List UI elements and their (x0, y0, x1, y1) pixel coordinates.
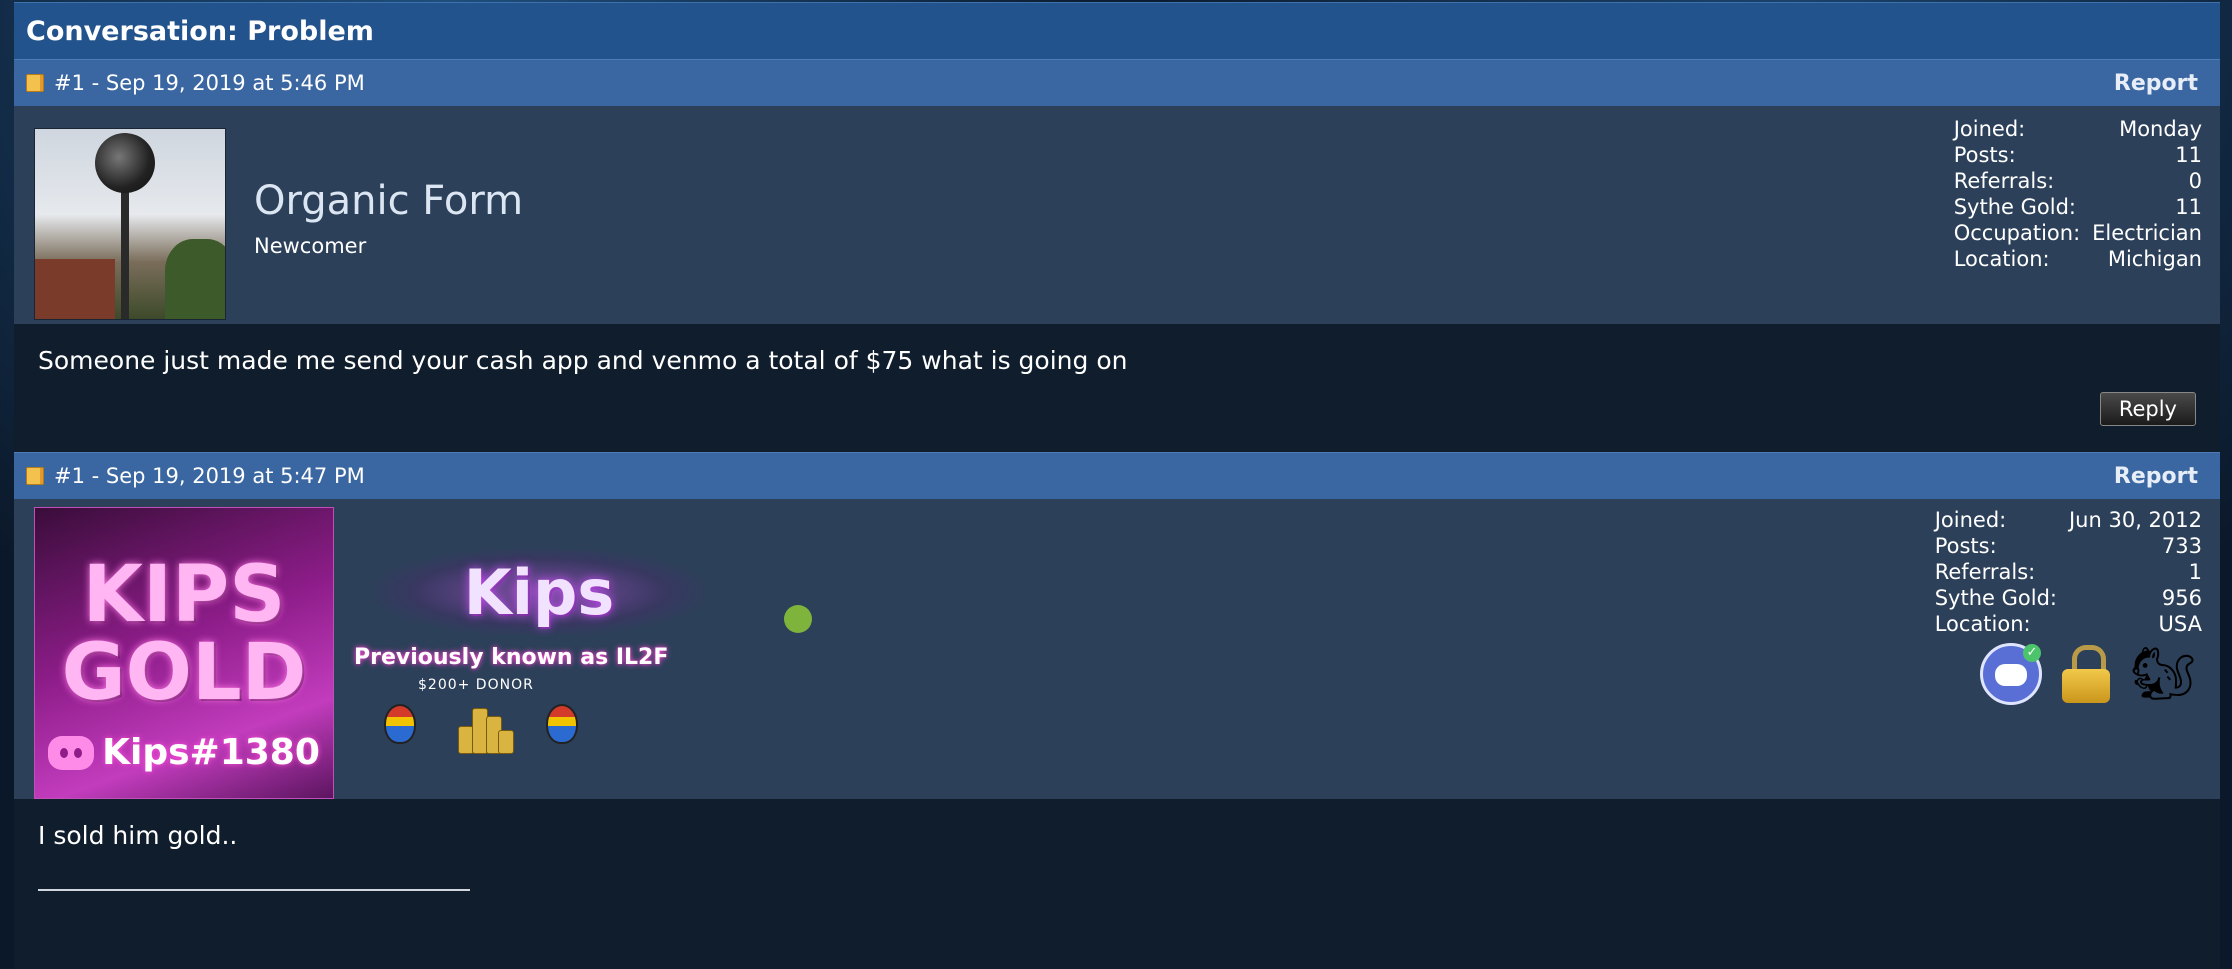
post-author-panel: Organic Form Newcomer Joined: Monday Post… (14, 106, 2220, 324)
avatar[interactable] (34, 128, 226, 320)
post-permalink[interactable]: #1 - Sep 19, 2019 at 5:47 PM (54, 464, 365, 488)
conversation-title: Conversation: Problem (14, 2, 2220, 59)
post-icon (26, 467, 44, 485)
user-stats: Joined: Monday Posts: 11 Referrals: 0 Sythe… (1953, 117, 2202, 271)
conversation-thread: Conversation: Problem #1 - Sep 19, 2019 … (14, 2, 2220, 969)
post-message: I sold him gold.. (38, 821, 238, 850)
squirrel-icon[interactable]: 🐿 (2130, 643, 2196, 705)
report-link[interactable]: Report (2114, 71, 2198, 96)
reply-button[interactable]: Reply (2099, 392, 2196, 426)
signature-divider (38, 889, 470, 891)
avatar-text: KIPS GOLD (61, 550, 307, 718)
post-icon (26, 74, 44, 92)
post-body: Someone just made me send your cash app … (14, 324, 2220, 452)
username[interactable]: Organic Form (254, 178, 523, 224)
post-author-panel: KIPS GOLD Kips#1380 Kips Previously know… (14, 499, 2220, 799)
donor-label: $200+ DONOR (418, 677, 534, 693)
discord-verified-icon[interactable]: ✓ (1980, 643, 2042, 705)
username-banner[interactable]: Kips (374, 549, 704, 635)
post-body: I sold him gold.. (14, 799, 2220, 969)
user-title: Previously known as IL2F (354, 645, 669, 670)
user-badges: ✓ 🐿 (1980, 643, 2196, 705)
avatar[interactable]: KIPS GOLD Kips#1380 (34, 507, 334, 799)
report-link[interactable]: Report (2114, 464, 2198, 489)
easter-egg-icon (546, 704, 578, 744)
user-stats: Joined: Jun 30, 2012 Posts: 733 Referrals:… (1934, 508, 2202, 636)
easter-egg-icon (384, 704, 416, 744)
discord-icon (48, 735, 95, 770)
post-permalink[interactable]: #1 - Sep 19, 2019 at 5:46 PM (54, 71, 365, 95)
lock-icon[interactable] (2062, 645, 2110, 703)
post-header: #1 - Sep 19, 2019 at 5:46 PM Report (14, 59, 2220, 106)
gold-coins-icon (454, 704, 514, 754)
post-message: Someone just made me send your cash app … (38, 346, 1128, 375)
post-header: #1 - Sep 19, 2019 at 5:47 PM Report (14, 452, 2220, 499)
online-status-icon (784, 605, 812, 633)
user-title: Newcomer (254, 234, 367, 258)
